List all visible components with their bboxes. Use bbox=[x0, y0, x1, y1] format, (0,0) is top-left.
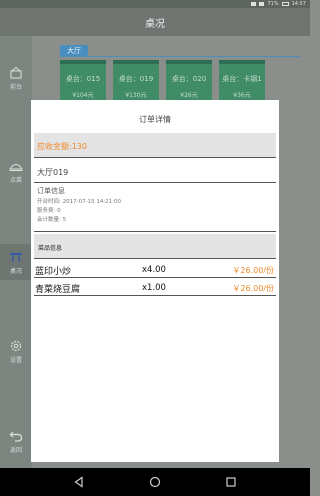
guest-count: 会计数量: 5 bbox=[37, 217, 67, 223]
open-time: 开台时间: 2017-07-15 14:21:00 bbox=[37, 199, 122, 205]
service-fee: 服务费: 0 bbox=[37, 208, 61, 214]
amount-due-section: 应收金额:130 bbox=[34, 133, 276, 158]
gear-icon bbox=[10, 340, 22, 352]
dialog-title: 订单详情 bbox=[139, 115, 171, 124]
dish-info-heading: 菜品信息 bbox=[38, 245, 63, 252]
dish-quantity: x4.00 bbox=[142, 265, 166, 275]
table-name: 桌台：卡钢1 bbox=[222, 75, 262, 83]
table-amount: ¥26元 bbox=[180, 92, 198, 99]
nav-home-icon[interactable] bbox=[149, 476, 161, 488]
sidebar-item-tables[interactable]: 桌况 bbox=[0, 244, 32, 280]
page-title: 桌况 bbox=[145, 18, 165, 30]
divider bbox=[34, 295, 276, 296]
area-tab-hall[interactable]: 大厅 bbox=[60, 45, 88, 56]
status-indicators: 71% 14:57 bbox=[251, 0, 306, 8]
wifi-icon bbox=[251, 2, 257, 6]
table-card[interactable]: 桌台：020 ¥26元 bbox=[166, 60, 212, 102]
order-detail-dialog: 订单详情 应收金额:130 大厅019 订单信息 开台时间: 2017-07-1… bbox=[31, 100, 279, 462]
back-icon bbox=[9, 431, 23, 442]
nav-recents-icon[interactable] bbox=[225, 476, 237, 488]
basket-icon bbox=[10, 66, 22, 79]
dish-name: 青菜烧豆腐 bbox=[35, 285, 81, 295]
dish-price: ￥26.00/份 bbox=[232, 284, 274, 293]
sidebar-item-label: 设置 bbox=[9, 357, 22, 364]
divider bbox=[34, 182, 276, 183]
table-amount: ¥36元 bbox=[233, 92, 251, 99]
divider bbox=[34, 258, 276, 259]
table-amount: ¥130元 bbox=[125, 92, 147, 99]
table-card[interactable]: 桌台：019 ¥130元 bbox=[113, 60, 159, 102]
sidebar-item-settings[interactable]: 设置 bbox=[0, 339, 32, 364]
amount-due: 应收金额:130 bbox=[37, 142, 87, 151]
table-amount: ¥104元 bbox=[72, 92, 94, 99]
area-divider bbox=[60, 56, 300, 57]
app-header: 桌况 bbox=[0, 8, 310, 36]
sidebar-item-label: 前台 bbox=[9, 84, 22, 91]
dish-name: 蓝印小炒 bbox=[35, 267, 72, 277]
sidebar: 前台 点菜 桌况 设置 返回 bbox=[0, 36, 32, 468]
divider bbox=[34, 231, 276, 232]
sidebar-item-label: 点菜 bbox=[9, 177, 22, 184]
signal-icon bbox=[259, 2, 265, 6]
system-nav-bar bbox=[0, 468, 310, 496]
sidebar-item-order[interactable]: 点菜 bbox=[0, 159, 32, 184]
dish-price: ￥26.00/份 bbox=[232, 266, 274, 275]
sidebar-item-label: 桌况 bbox=[9, 267, 22, 275]
sidebar-item-front-desk[interactable]: 前台 bbox=[0, 66, 32, 91]
sidebar-item-back[interactable]: 返回 bbox=[0, 429, 32, 454]
dish-quantity: x1.00 bbox=[142, 283, 166, 293]
sidebar-item-label: 返回 bbox=[9, 447, 22, 454]
table-name: 桌台：019 bbox=[118, 75, 154, 83]
battery-percent: 71% bbox=[267, 1, 279, 7]
table-name: 桌台：020 bbox=[171, 75, 207, 83]
divider bbox=[34, 277, 276, 278]
table-name: 桌台：015 bbox=[65, 75, 101, 83]
table-label: 大厅019 bbox=[37, 168, 69, 177]
nav-back-icon[interactable] bbox=[73, 476, 85, 488]
table-card[interactable]: 桌台：015 ¥104元 bbox=[60, 60, 106, 102]
cloche-icon bbox=[9, 164, 23, 171]
dish-info-section: 菜品信息 bbox=[34, 234, 276, 258]
table-icon bbox=[10, 252, 22, 262]
order-info-heading: 订单信息 bbox=[37, 187, 65, 195]
status-bar: 71% 14:57 bbox=[0, 0, 310, 8]
clock: 14:57 bbox=[291, 1, 306, 7]
table-card[interactable]: 桌台：卡钢1 ¥36元 bbox=[219, 60, 265, 102]
battery-icon bbox=[281, 2, 289, 6]
divider bbox=[34, 157, 276, 158]
